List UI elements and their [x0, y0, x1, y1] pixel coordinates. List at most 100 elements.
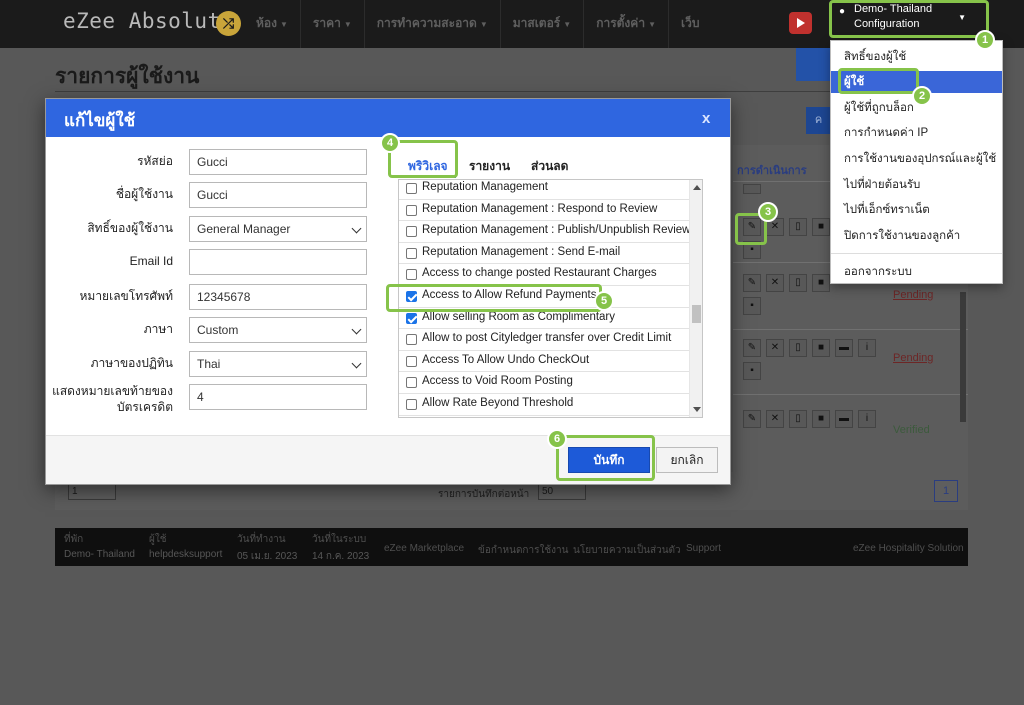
- table-row-divider: [733, 329, 968, 330]
- message-icon[interactable]: ▬: [835, 410, 853, 428]
- privilege-item[interactable]: Access To Allow Undo CheckOut: [399, 351, 689, 373]
- delete-icon[interactable]: ✕: [766, 410, 784, 428]
- nav-rooms[interactable]: ห้อง ▼: [250, 0, 294, 48]
- shuffle-icon[interactable]: ⤮: [216, 11, 241, 36]
- status-badge[interactable]: Pending: [893, 289, 933, 301]
- page-number-button[interactable]: 1: [934, 480, 958, 502]
- privilege-checkbox[interactable]: [406, 355, 417, 367]
- page-select[interactable]: 1: [68, 484, 116, 500]
- close-icon[interactable]: x: [702, 110, 710, 127]
- scroll-thumb[interactable]: [692, 305, 701, 323]
- lock-icon[interactable]: [743, 184, 761, 194]
- phone-input[interactable]: 12345678: [189, 284, 367, 310]
- card-digits-input[interactable]: 4: [189, 384, 367, 410]
- nav-rates[interactable]: ราคา ▼: [307, 0, 358, 48]
- add-user-button[interactable]: [796, 48, 832, 81]
- nav-web[interactable]: เว็บ: [675, 0, 705, 48]
- status-badge[interactable]: Pending: [893, 352, 933, 364]
- calendar-language-select[interactable]: Thai: [189, 351, 367, 377]
- dialog-title: แก้ไขผู้ใช้: [64, 111, 136, 130]
- chevron-down-icon: ▼: [479, 20, 488, 29]
- search-button[interactable]: ค: [806, 107, 831, 134]
- email-label: Email Id: [129, 254, 173, 268]
- footer-system-date: วันที่ในระบบ 14 ก.ค. 2023: [312, 534, 370, 562]
- main-nav: ห้อง ▼ ราคา ▼ การทำความสะอาด ▼ มาสเตอร์ ▼ กา…: [250, 0, 705, 48]
- highlight-user-menu: [829, 0, 989, 38]
- privilege-item[interactable]: Reputation Management : Send E-mail: [399, 243, 689, 265]
- message-icon[interactable]: ▬: [835, 339, 853, 357]
- card-digits-label: แสดงหมายเลขท้ายของ บัตรเครดิต: [52, 384, 173, 414]
- nav-divider: [299, 0, 301, 48]
- menu-item-logout[interactable]: ออกจากระบบ: [831, 261, 1002, 283]
- menu-item-front-desk[interactable]: ไปที่ฝ่ายต้อนรับ: [831, 174, 1002, 196]
- privilege-item[interactable]: Access to Void Room Posting: [399, 372, 689, 394]
- info-icon[interactable]: i: [858, 410, 876, 428]
- menu-item-disable-customer[interactable]: ปิดการใช้งานของลูกค้า: [831, 225, 1002, 247]
- language-select[interactable]: Custom: [189, 317, 367, 343]
- table-scrollbar[interactable]: [960, 292, 966, 422]
- lock-icon[interactable]: ■: [812, 218, 830, 236]
- privilege-item[interactable]: Allow Rate Beyond Threshold: [399, 394, 689, 416]
- privilege-item[interactable]: Reputation Management : Publish/Unpublis…: [399, 221, 691, 243]
- mobile-icon[interactable]: ▯: [789, 274, 807, 292]
- scroll-down-icon[interactable]: [693, 407, 701, 412]
- footer-link-marketplace[interactable]: eZee Marketplace: [384, 543, 464, 554]
- privilege-item[interactable]: Reputation Management : Respond to Revie…: [399, 200, 689, 222]
- privilege-item[interactable]: Access to change posted Restaurant Charg…: [399, 264, 689, 286]
- mobile-icon[interactable]: ▯: [789, 339, 807, 357]
- lock-icon[interactable]: ■: [812, 274, 830, 292]
- info-icon[interactable]: i: [858, 339, 876, 357]
- app-logo[interactable]: eZee Absolute: [63, 9, 234, 33]
- email-input[interactable]: [189, 249, 367, 275]
- delete-icon[interactable]: ✕: [766, 339, 784, 357]
- footer-link-privacy[interactable]: นโยบายความเป็นส่วนตัว: [573, 543, 681, 558]
- footer-link-terms[interactable]: ข้อกำหนดการใช้งาน: [478, 543, 568, 558]
- edit-icon[interactable]: ✎: [743, 339, 761, 357]
- mobile-icon[interactable]: ▯: [789, 410, 807, 428]
- privilege-item[interactable]: Allow to post Cityledger transfer over C…: [399, 329, 689, 351]
- privilege-checkbox[interactable]: [406, 269, 417, 281]
- calendar-language-label: ภาษาของปฏิทิน: [90, 356, 173, 370]
- lock-icon[interactable]: ■: [812, 410, 830, 428]
- menu-item-user-privileges[interactable]: สิทธิ์ของผู้ใช้: [831, 46, 1002, 68]
- nav-housekeeping[interactable]: การทำความสะอาด ▼: [371, 0, 494, 48]
- privilege-checkbox[interactable]: [406, 312, 417, 324]
- delete-icon[interactable]: ✕: [766, 274, 784, 292]
- menu-item-extranet[interactable]: ไปที่เอ็กซ์ทราเน็ต: [831, 199, 1002, 221]
- cancel-button[interactable]: ยกเลิก: [656, 447, 718, 473]
- highlight-save-button: [556, 435, 655, 481]
- username-input[interactable]: Gucci: [189, 182, 367, 208]
- privilege-checkbox[interactable]: [406, 334, 417, 346]
- tab-reports[interactable]: รายงาน: [469, 157, 510, 176]
- tab-discounts[interactable]: ส่วนลด: [531, 157, 568, 176]
- menu-item-device-usage[interactable]: การใช้งานของอุปกรณ์และผู้ใช้: [831, 148, 1002, 170]
- records-per-page-select[interactable]: 50: [538, 484, 586, 500]
- menu-divider: [831, 253, 1002, 254]
- privilege-checkbox[interactable]: [406, 377, 417, 389]
- privilege-select[interactable]: General Manager: [189, 216, 367, 242]
- scroll-up-icon[interactable]: [693, 185, 701, 190]
- edit-icon[interactable]: ✎: [743, 410, 761, 428]
- unlock-icon[interactable]: ▪: [743, 297, 761, 315]
- nav-divider: [667, 0, 669, 48]
- chevron-down-icon: ▼: [563, 20, 572, 29]
- privilege-checkbox[interactable]: [406, 183, 417, 194]
- privilege-checkbox[interactable]: [406, 204, 417, 216]
- privilege-item[interactable]: Reputation Management: [399, 180, 689, 200]
- edit-icon[interactable]: ✎: [743, 274, 761, 292]
- code-input[interactable]: Gucci: [189, 149, 367, 175]
- youtube-icon[interactable]: [789, 12, 812, 34]
- mobile-icon[interactable]: ▯: [789, 218, 807, 236]
- privilege-label: Reputation Management : Send E-mail: [422, 245, 621, 258]
- privilege-checkbox[interactable]: [406, 399, 417, 410]
- menu-item-ip-config[interactable]: การกำหนดค่า IP: [831, 122, 1002, 144]
- unlock-icon[interactable]: ▪: [743, 362, 761, 380]
- nav-masters[interactable]: มาสเตอร์ ▼: [507, 0, 577, 48]
- nav-settings[interactable]: การตั้งค่า ▼: [590, 0, 662, 48]
- privilege-checkbox[interactable]: [406, 226, 417, 238]
- privilege-list-scrollbar[interactable]: [689, 180, 702, 417]
- phone-label: หมายเลขโทรศัพท์: [79, 289, 174, 303]
- lock-icon[interactable]: ■: [812, 339, 830, 357]
- footer-link-support[interactable]: Support: [686, 543, 721, 554]
- privilege-checkbox[interactable]: [406, 247, 417, 259]
